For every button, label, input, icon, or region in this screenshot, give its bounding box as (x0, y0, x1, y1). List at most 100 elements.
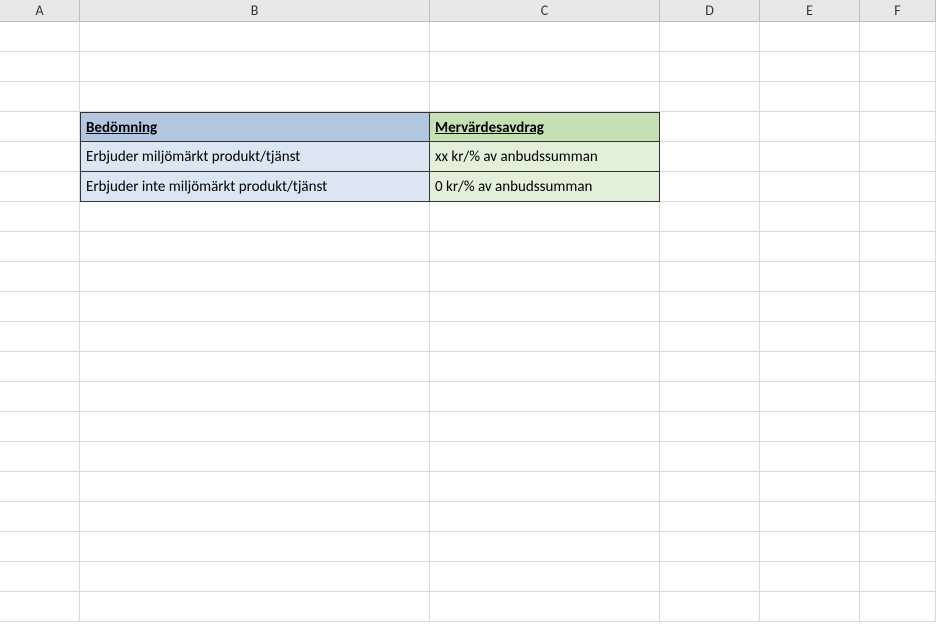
cell[interactable] (760, 112, 860, 142)
cell[interactable] (660, 382, 760, 412)
cell[interactable] (860, 592, 936, 622)
cell[interactable] (80, 232, 430, 262)
cell[interactable] (860, 532, 936, 562)
cell[interactable] (860, 52, 936, 82)
cell[interactable] (660, 202, 760, 232)
cell[interactable] (430, 52, 660, 82)
cell[interactable] (430, 442, 660, 472)
cell[interactable] (80, 82, 430, 112)
cell[interactable] (430, 472, 660, 502)
cell[interactable] (0, 562, 80, 592)
cell[interactable] (860, 352, 936, 382)
cell[interactable] (860, 82, 936, 112)
cell[interactable] (0, 52, 80, 82)
cell[interactable] (0, 82, 80, 112)
cell[interactable] (760, 382, 860, 412)
cell[interactable] (760, 412, 860, 442)
cell[interactable] (660, 532, 760, 562)
table-header-mervaerdesavdrag[interactable]: Mervärdesavdrag (430, 112, 660, 142)
cell[interactable] (860, 382, 936, 412)
cell[interactable] (80, 412, 430, 442)
cell[interactable] (860, 322, 936, 352)
cell[interactable] (860, 202, 936, 232)
cell[interactable] (660, 352, 760, 382)
cell[interactable] (0, 382, 80, 412)
cell[interactable] (430, 202, 660, 232)
col-header-d[interactable]: D (660, 0, 760, 21)
cell[interactable] (760, 202, 860, 232)
col-header-f[interactable]: F (860, 0, 936, 21)
cell[interactable] (660, 592, 760, 622)
cell[interactable] (0, 472, 80, 502)
cell[interactable] (660, 52, 760, 82)
cell[interactable] (860, 22, 936, 52)
cell[interactable] (860, 112, 936, 142)
cell[interactable] (0, 352, 80, 382)
cell[interactable] (760, 562, 860, 592)
cell[interactable] (430, 592, 660, 622)
cell[interactable] (660, 562, 760, 592)
cell[interactable] (0, 532, 80, 562)
table-header-bedoemning[interactable]: Bedömning (80, 112, 430, 142)
cell[interactable] (80, 472, 430, 502)
cell[interactable] (80, 22, 430, 52)
cell[interactable] (660, 232, 760, 262)
cell[interactable] (0, 172, 80, 202)
cell[interactable] (660, 322, 760, 352)
cell[interactable] (660, 472, 760, 502)
cell[interactable] (0, 232, 80, 262)
col-header-b[interactable]: B (80, 0, 430, 21)
cell[interactable] (430, 22, 660, 52)
col-header-a[interactable]: A (0, 0, 80, 21)
cell[interactable] (660, 82, 760, 112)
cell[interactable] (430, 382, 660, 412)
cell[interactable] (660, 292, 760, 322)
cell[interactable] (80, 562, 430, 592)
cell[interactable] (430, 232, 660, 262)
cell[interactable] (80, 322, 430, 352)
table-cell[interactable]: Erbjuder miljömärkt produkt/tjänst (80, 142, 430, 172)
cell[interactable] (760, 442, 860, 472)
cell[interactable] (80, 202, 430, 232)
cell[interactable] (860, 142, 936, 172)
cell[interactable] (860, 172, 936, 202)
cell[interactable] (760, 472, 860, 502)
cell[interactable] (660, 412, 760, 442)
cell[interactable] (660, 442, 760, 472)
cell[interactable] (430, 532, 660, 562)
cell[interactable] (0, 262, 80, 292)
table-cell[interactable]: Erbjuder inte miljömärkt produkt/tjänst (80, 172, 430, 202)
cell[interactable] (860, 502, 936, 532)
cell[interactable] (860, 472, 936, 502)
cell[interactable] (0, 322, 80, 352)
col-header-c[interactable]: C (430, 0, 660, 21)
cell[interactable] (760, 82, 860, 112)
cell[interactable] (430, 292, 660, 322)
cell[interactable] (760, 352, 860, 382)
cell[interactable] (80, 52, 430, 82)
cell[interactable] (860, 442, 936, 472)
cell[interactable] (430, 412, 660, 442)
cell[interactable] (760, 142, 860, 172)
table-cell[interactable]: xx kr/% av anbudssumman (430, 142, 660, 172)
cell[interactable] (860, 232, 936, 262)
cell[interactable] (760, 592, 860, 622)
cell[interactable] (660, 112, 760, 142)
cell[interactable] (80, 592, 430, 622)
cell[interactable] (0, 202, 80, 232)
cell[interactable] (0, 112, 80, 142)
cell[interactable] (80, 292, 430, 322)
cell[interactable] (760, 322, 860, 352)
table-cell[interactable]: 0 kr/% av anbudssumman (430, 172, 660, 202)
cell[interactable] (760, 22, 860, 52)
cell[interactable] (80, 382, 430, 412)
cell[interactable] (430, 262, 660, 292)
col-header-e[interactable]: E (760, 0, 860, 21)
cell[interactable] (660, 172, 760, 202)
cell[interactable] (760, 292, 860, 322)
cell[interactable] (80, 532, 430, 562)
cell[interactable] (760, 532, 860, 562)
cell[interactable] (80, 502, 430, 532)
cell[interactable] (0, 22, 80, 52)
cell[interactable] (80, 352, 430, 382)
